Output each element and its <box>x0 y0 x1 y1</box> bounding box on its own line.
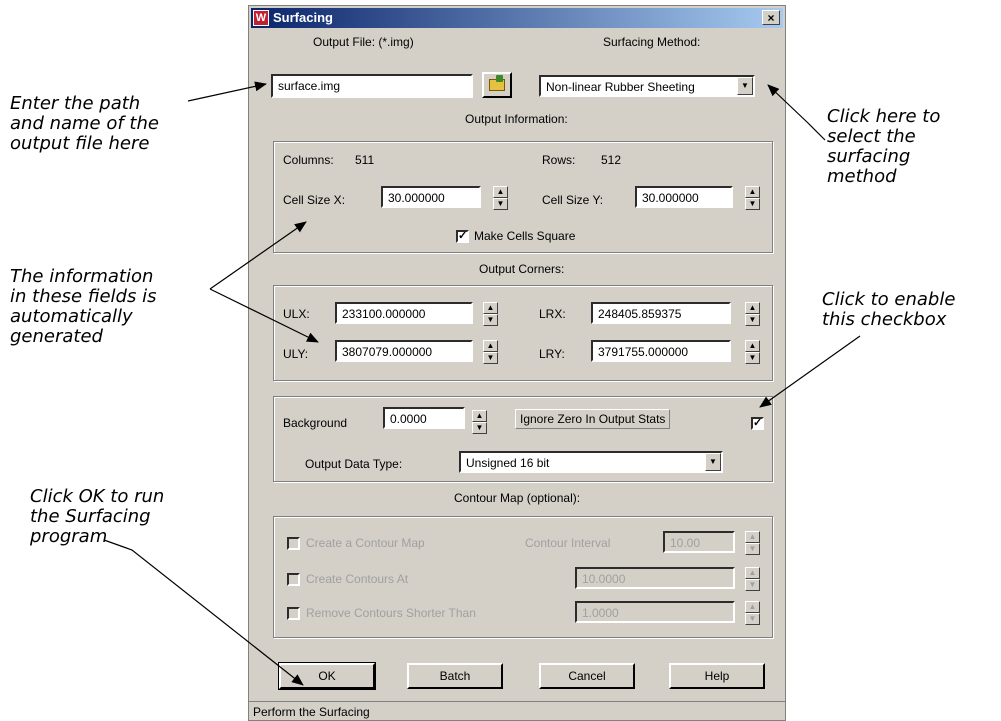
callout-arrows <box>103 81 861 686</box>
arrow-click-ok <box>103 539 304 686</box>
arrow-info-2 <box>209 288 319 343</box>
arrow-method <box>767 84 826 141</box>
arrow-enter-path <box>187 81 267 102</box>
arrow-info-1 <box>209 221 307 290</box>
arrow-enable-checkbox <box>759 335 861 408</box>
